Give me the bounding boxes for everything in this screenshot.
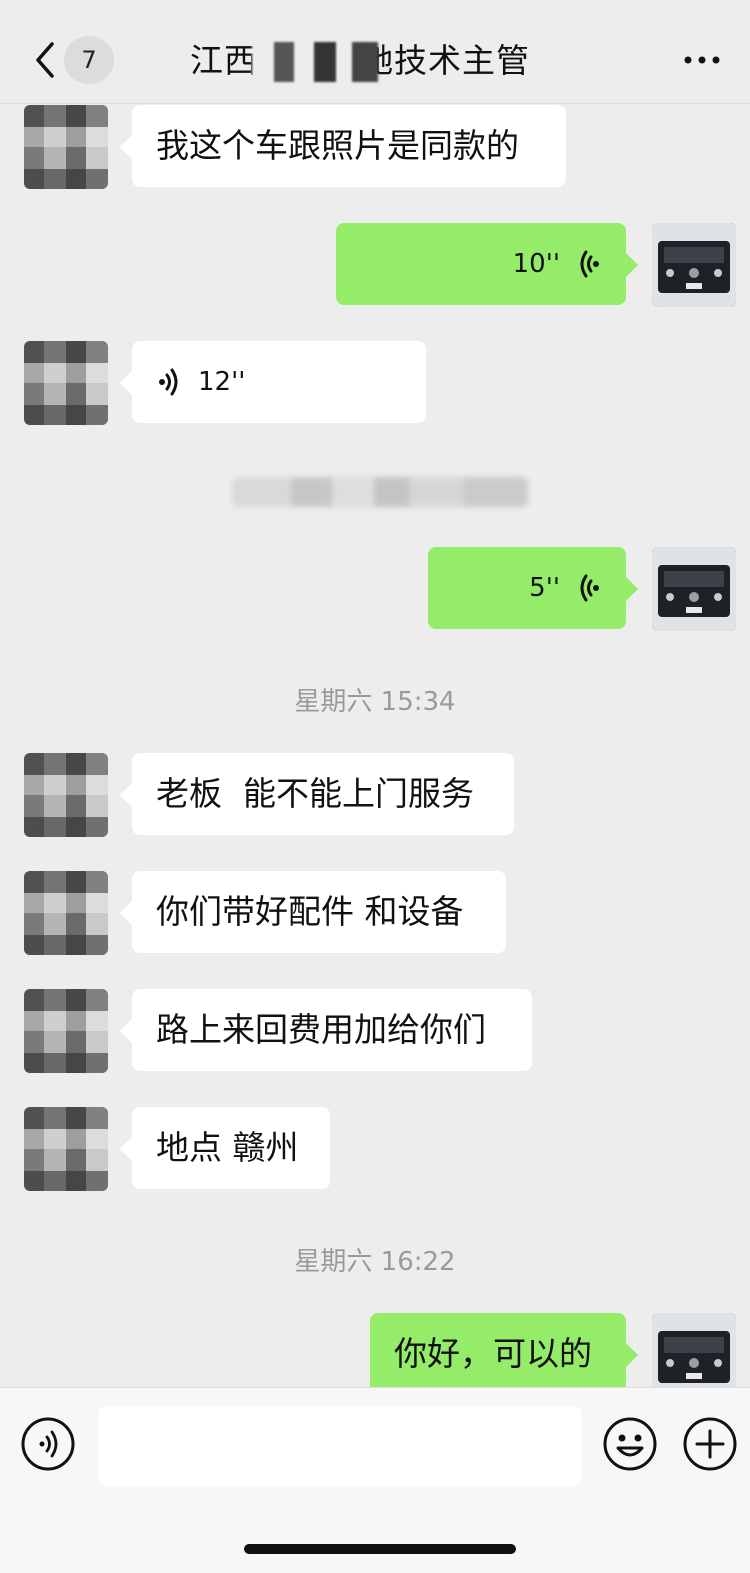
outgoing-voice-message[interactable]: 5'' <box>428 547 638 629</box>
voice-message-row: 12'' <box>156 360 402 404</box>
message-text: 我这个车跟照片是同款的 <box>156 126 519 165</box>
more-dots-icon <box>684 56 720 64</box>
voice-wave-icon <box>21 1417 75 1471</box>
car-avatar-icon <box>652 1313 736 1387</box>
voice-input-toggle[interactable] <box>20 1416 76 1472</box>
voice-duration: 5'' <box>529 573 560 603</box>
my-avatar[interactable] <box>652 547 736 631</box>
voice-duration: 10'' <box>512 249 560 279</box>
voice-wave-icon <box>159 368 178 396</box>
voice-wave-icon <box>580 250 599 278</box>
more-functions-button[interactable] <box>682 1416 738 1472</box>
plus-circle-icon <box>683 1417 737 1471</box>
voice-wave-icon <box>580 574 599 602</box>
unread-count-badge[interactable]: 7 <box>64 36 114 84</box>
chat-title: 江西 驰技术主管 <box>190 41 530 80</box>
back-button[interactable] <box>30 38 60 82</box>
incoming-text-message[interactable]: 你们带好配件 和设备 <box>120 871 506 953</box>
message-list[interactable]: 我这个车跟照片是同款的 10'' 12'' 5'' 星期六 15:34 老板 能… <box>0 105 750 1387</box>
title-mosaic-redaction <box>252 42 378 82</box>
message-text: 你好，可以的 <box>394 1334 592 1373</box>
car-avatar-icon <box>652 223 736 307</box>
voice-message-row: 10'' <box>360 242 602 286</box>
incoming-voice-message[interactable]: 12'' <box>120 341 426 423</box>
car-avatar-icon <box>652 547 736 631</box>
contact-avatar[interactable] <box>24 105 108 189</box>
timestamp: 星期六 15:34 <box>294 687 456 717</box>
message-input[interactable] <box>98 1406 582 1486</box>
my-avatar[interactable] <box>652 223 736 307</box>
outgoing-text-message[interactable]: 你好，可以的 <box>370 1313 638 1387</box>
home-indicator[interactable] <box>244 1544 516 1554</box>
message-text: 老板 能不能上门服务 <box>156 774 474 813</box>
message-text: 路上来回费用加给你们 <box>156 1010 486 1049</box>
voice-message-row: 5'' <box>452 566 602 610</box>
message-text: 你们带好配件 和设备 <box>156 892 464 931</box>
chat-title-container: 江西 驰技术主管 <box>190 38 570 84</box>
incoming-text-message[interactable]: 路上来回费用加给你们 <box>120 989 532 1071</box>
timestamp-redacted <box>232 477 528 507</box>
voice-duration: 12'' <box>198 367 246 397</box>
contact-avatar[interactable] <box>24 871 108 955</box>
contact-avatar[interactable] <box>24 989 108 1073</box>
contact-avatar[interactable] <box>24 341 108 425</box>
timestamp: 星期六 16:22 <box>294 1247 456 1277</box>
contact-avatar[interactable] <box>24 1107 108 1191</box>
incoming-text-message[interactable]: 老板 能不能上门服务 <box>120 753 514 835</box>
chevron-left-icon <box>36 42 54 78</box>
emoji-smile-icon <box>603 1417 657 1471</box>
emoji-button[interactable] <box>602 1416 658 1472</box>
message-text: 地点 赣州 <box>156 1128 299 1167</box>
more-options-button[interactable] <box>682 48 722 72</box>
contact-avatar[interactable] <box>24 753 108 837</box>
chat-header: 7 江西 驰技术主管 <box>0 0 750 104</box>
my-avatar[interactable] <box>652 1313 736 1387</box>
incoming-text-message[interactable]: 我这个车跟照片是同款的 <box>120 105 566 187</box>
outgoing-voice-message[interactable]: 10'' <box>336 223 638 305</box>
input-bar <box>0 1387 750 1573</box>
incoming-text-message[interactable]: 地点 赣州 <box>120 1107 330 1189</box>
